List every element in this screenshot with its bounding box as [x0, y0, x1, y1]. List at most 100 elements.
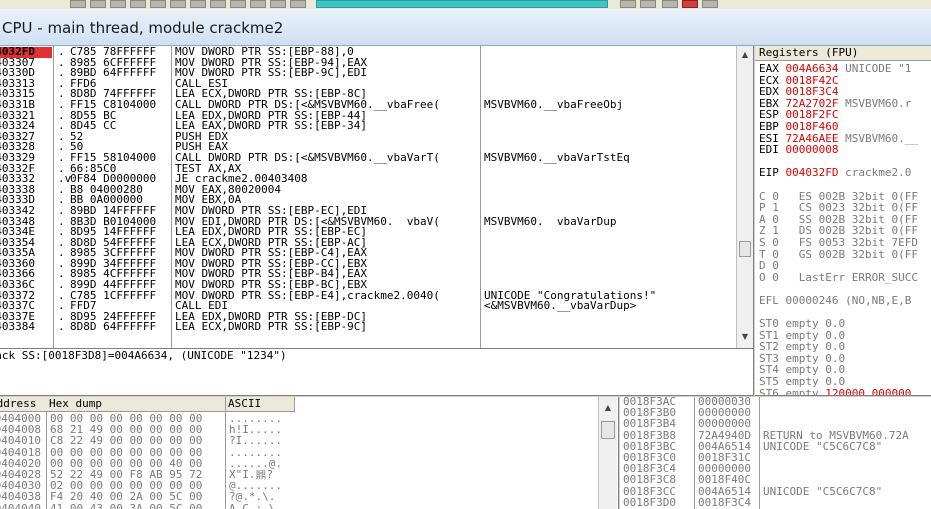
dump-scrollbar[interactable]: ▲	[598, 397, 617, 509]
register-line[interactable]: EIP 004032FD crackme2.0	[759, 167, 931, 179]
stack-value: 004A6514	[698, 441, 751, 453]
toolbar-button[interactable]	[210, 0, 226, 8]
disasm-hex: C785 1CFFFFFF	[70, 290, 157, 302]
dump-row[interactable]: 00404030 02 00 00 00 00 00 00 00 @.......	[0, 481, 600, 492]
info-pane: Stack SS:[0018F3D8]=004A6634, (UNICODE "…	[0, 349, 754, 396]
toolbar-button[interactable]	[620, 0, 636, 8]
stack-row[interactable]: 0018F3C8 0018F40C	[620, 475, 931, 486]
disasm-row[interactable]: 0040337C. FFD7 CALL EDI <&MSVBVM60.__vbaVar…	[0, 301, 735, 312]
disasm-row[interactable]: 0040330D. 89BD 64FFFFFF MOV DWORD PTR SS:[…	[0, 68, 735, 79]
disasm-instruction: CALL EDI	[175, 301, 228, 312]
scroll-thumb[interactable]	[739, 241, 751, 257]
toolbar-button[interactable]	[250, 0, 266, 8]
disasm-row[interactable]: 0040336C. 899D 44FFFFFF MOV DWORD PTR SS:[…	[0, 280, 735, 291]
disasm-row[interactable]: 00403342. 89BD 14FFFFFF MOV DWORD PTR SS:[…	[0, 206, 735, 217]
disasm-row[interactable]: 0040334E. 8D95 14FFFFFF LEA EDX,DWORD PTR …	[0, 227, 735, 238]
stack-row[interactable]: 0018F3D0 0018F3C4	[620, 498, 931, 509]
toolbar-button[interactable]	[640, 0, 656, 8]
stack-row[interactable]: 0018F3BC 004A6514 UNICODE "C5C6C7C8"	[620, 442, 931, 453]
disasm-row[interactable]: 00403372. C785 1CFFFFFF MOV DWORD PTR SS:[…	[0, 291, 735, 302]
stack-row[interactable]: 0018F3B0 00000000	[620, 408, 931, 419]
toolbar-button[interactable]	[702, 0, 718, 8]
disasm-row[interactable]: 0040333D. BB 0A000000 MOV EBX,0A	[0, 195, 735, 206]
disasm-marker: .	[58, 248, 65, 259]
register-line[interactable]: T 0 GS 002B 32bit 0(FF	[759, 248, 931, 261]
registers-pane[interactable]: Registers (FPU) EAX 004A6634 UNICODE "1 E…	[755, 46, 931, 396]
scroll-down-arrow-icon[interactable]: ▼	[737, 332, 753, 341]
dump-row[interactable]: 00404028 52 22 49 00 F8 AB 95 72 X"I.鼎?	[0, 470, 600, 481]
toolbar-button[interactable]	[270, 0, 286, 8]
disasm-row[interactable]: 00403348. 8B3D B0104000 MOV EDI,DWORD PTR …	[0, 217, 735, 228]
disasm-row[interactable]: 0040332F. 66:85C0 TEST AX,AX	[0, 164, 735, 175]
stack-row[interactable]: 0018F3C0 0018F31C	[620, 453, 931, 464]
disasm-row[interactable]: 004032FD. C785 78FFFFFF MOV DWORD PTR SS:[…	[0, 47, 735, 58]
window-titlebar[interactable]: CPU - main thread, module crackme2	[0, 9, 931, 46]
toolbar-button[interactable]	[70, 0, 86, 8]
toolbar-button[interactable]	[90, 0, 106, 8]
toolbar-letter-buttons[interactable]	[316, 0, 608, 8]
disasm-row[interactable]: 0040337E. 8D95 24FFFFFF LEA EDX,DWORD PTR …	[0, 312, 735, 323]
disassembly-pane[interactable]: 004032FD. C785 78FFFFFF MOV DWORD PTR SS:[…	[0, 46, 754, 349]
scroll-thumb[interactable]	[601, 421, 615, 439]
disassembly-scrollbar[interactable]: ▲ ▼	[736, 46, 753, 348]
disasm-hex: 89BD 64FFFFFF	[70, 68, 157, 79]
dump-row[interactable]: 00404018 00 00 00 00 00 00 00 00........	[0, 448, 600, 459]
disasm-row[interactable]: 00403332.v0F84 D0000000JE crackme2.00403…	[0, 174, 735, 185]
dump-row[interactable]: 00404008 68 21 49 00 00 00 00 00 h!I.....	[0, 425, 600, 436]
dump-row[interactable]: 00404010 C8 22 49 00 00 00 00 00 ?I......	[0, 436, 600, 447]
disasm-row[interactable]: 00403324. 8D45 CC LEA EAX,DWORD PTR SS:[EB…	[0, 121, 735, 132]
toolbar-button[interactable]	[170, 0, 186, 8]
register-line[interactable]: EDI 00000008	[759, 144, 931, 156]
dump-header-ascii[interactable]: ASCII	[226, 397, 295, 412]
toolbar-button[interactable]	[230, 0, 246, 8]
stack-row[interactable]: 0018F3C4 00000000	[620, 464, 931, 475]
disasm-row[interactable]: 00403321. 8D55 BC LEA EDX,DWORD PTR SS:[EB…	[0, 111, 735, 122]
register-line[interactable]: O 0 LastErr ERROR_SUCC	[759, 271, 931, 284]
hex-dump-pane[interactable]: Address Hex dump ASCII 00404000 00 00 00 …	[0, 397, 619, 509]
disasm-instruction: MOV DWORD PTR SS:[EBP-B4],EAX	[175, 269, 368, 281]
stack-comment: UNICODE "C5C6C7C8"	[763, 486, 883, 498]
disasm-row[interactable]: 0040335A. 8985 3CFFFFFF MOV DWORD PTR SS:[…	[0, 248, 735, 259]
disasm-row[interactable]: 00403313. FFD6 CALL ESI	[0, 79, 735, 90]
dump-row[interactable]: 00404020 00 00 00 00 00 00 40 00 ......@.	[0, 459, 600, 470]
stack-row[interactable]: 0018F3CC 004A6514 UNICODE "C5C6C7C8"	[620, 487, 931, 498]
registers-header: Registers (FPU)	[759, 46, 859, 59]
dump-row[interactable]: 00404000 00 00 00 00 00 00 00 00........	[0, 414, 600, 425]
disasm-row[interactable]: 00403360. 899D 34FFFFFF MOV DWORD PTR SS:[…	[0, 259, 735, 270]
disasm-row[interactable]: 00403327. 52 PUSH EDX	[0, 132, 735, 143]
disasm-row[interactable]: 00403315. 8D8D 74FFFFFF LEA ECX,DWORD PTR …	[0, 89, 735, 100]
toolbar-button[interactable]	[110, 0, 126, 8]
disasm-marker: .	[58, 195, 65, 206]
register-label: EIP	[759, 166, 786, 180]
dump-header-hex[interactable]: Hex dump	[47, 397, 226, 412]
toolbar-button[interactable]	[290, 0, 306, 8]
register-line[interactable]: EFL 00000246 (NO,NB,E,B	[759, 295, 931, 307]
dump-ascii: h!I.....	[229, 425, 282, 436]
disasm-hex: 8D45 CC	[70, 121, 117, 132]
disasm-row[interactable]: 00403354. 8D8D 54FFFFFF LEA ECX,DWORD PTR …	[0, 238, 735, 249]
disasm-row[interactable]: 00403384. 8D8D 64FFFFFF LEA ECX,DWORD PTR …	[0, 322, 735, 333]
stack-row[interactable]: 0018F3B4 00000000	[620, 419, 931, 430]
toolbar-button[interactable]	[662, 0, 678, 8]
toolbar-button[interactable]	[190, 0, 206, 8]
disasm-row[interactable]: 00403366. 8985 4CFFFFFF MOV DWORD PTR SS:[…	[0, 269, 735, 280]
register-line[interactable]: ST6 empty 120000.000000	[759, 387, 931, 395]
disasm-row[interactable]: 00403329. FF15 58104000 CALL DWORD PTR DS:…	[0, 153, 735, 164]
disasm-hex: 899D 34FFFFFF	[70, 258, 157, 270]
dump-row[interactable]: 00404040 41 00 43 00 3A 00 5C 00 A.C.:.\.	[0, 504, 600, 509]
disasm-row[interactable]: 00403307. 8985 6CFFFFFF MOV DWORD PTR SS:[…	[0, 58, 735, 69]
disasm-row[interactable]: 00403328. 50 PUSH EAX	[0, 142, 735, 153]
disasm-row[interactable]: 00403338. B8 04000280 MOV EAX,80020004	[0, 185, 735, 196]
stack-row[interactable]: 0018F3B8 72A4940D RETURN to MSVBVM60.72A	[620, 431, 931, 442]
stack-row[interactable]: 0018F3AC 00000030	[620, 397, 931, 408]
disasm-marker: .	[58, 280, 65, 291]
toolbar-button[interactable]	[150, 0, 166, 8]
toolbar-button[interactable]	[130, 0, 146, 8]
dump-row[interactable]: 00404038 F4 20 40 00 2A 00 5C 00 ?@.*.\.	[0, 492, 600, 503]
toolbar-button[interactable]	[682, 0, 698, 8]
dump-header-address[interactable]: Address	[0, 397, 49, 412]
scroll-up-arrow-icon[interactable]: ▲	[737, 50, 753, 59]
scroll-up-arrow-icon[interactable]: ▲	[599, 403, 617, 412]
disasm-row[interactable]: 0040331B. FF15 C8104000 CALL DWORD PTR DS:…	[0, 100, 735, 111]
stack-pane[interactable]: 0018F3AC 00000030 0018F3B0 00000000 0018F3B4…	[620, 397, 931, 509]
